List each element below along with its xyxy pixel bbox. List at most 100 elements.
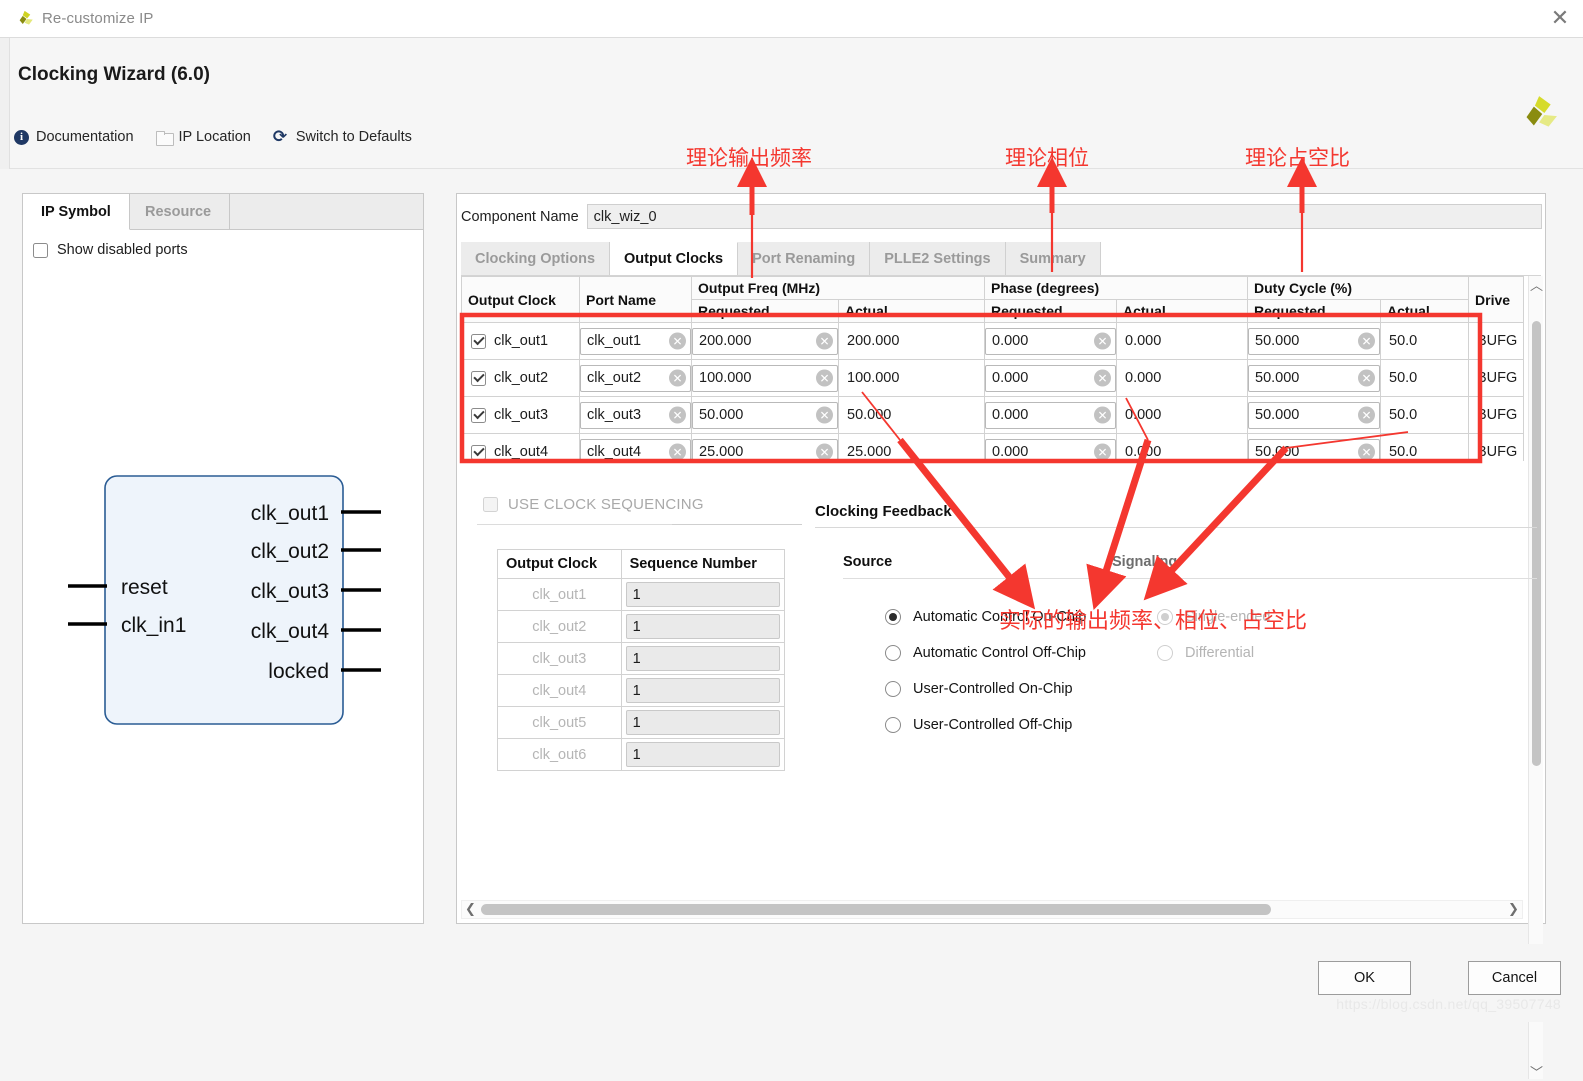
drive-value[interactable]: BUFG: [1468, 322, 1525, 360]
tab-output-clocks[interactable]: Output Clocks: [610, 242, 739, 275]
radio-user-controlled-off-chip[interactable]: User-Controlled Off-Chip: [885, 707, 1086, 743]
row-enable-clk-out2[interactable]: clk_out2: [462, 370, 579, 386]
settings-panel: Component Name clk_wiz_0 Clocking Option…: [456, 193, 1546, 1081]
scroll-right-icon[interactable]: ❯: [1505, 901, 1522, 918]
list-item: clk_out6 1: [497, 738, 786, 771]
use-clock-sequencing-row[interactable]: USE CLOCK SEQUENCING: [483, 496, 704, 513]
scroll-left-icon[interactable]: ❮: [462, 901, 479, 918]
clear-icon[interactable]: ✕: [669, 332, 686, 350]
clear-icon[interactable]: ✕: [1358, 369, 1376, 387]
sub-duty-requested: Requested: [1247, 299, 1382, 323]
documentation-link[interactable]: i Documentation: [14, 129, 134, 145]
clear-icon[interactable]: ✕: [1094, 406, 1111, 424]
tab-plle2-settings[interactable]: PLLE2 Settings: [870, 242, 1006, 275]
clear-icon[interactable]: ✕: [1094, 332, 1111, 350]
table-row[interactable]: clk_out3 clk_out3 ✕ 50.000 ✕ 50.000 0.000 ✕…: [461, 396, 1525, 434]
duty-requested-input[interactable]: 50.000 ✕: [1248, 364, 1381, 392]
tab-clocking-options[interactable]: Clocking Options: [461, 242, 611, 275]
enable-checkbox[interactable]: [471, 333, 486, 349]
panel-horizontal-scrollbar[interactable]: ❮ ❯: [461, 900, 1523, 919]
port-name-input[interactable]: clk_out2 ✕: [580, 364, 691, 392]
seq-number-input[interactable]: 1: [625, 614, 780, 639]
enable-checkbox[interactable]: [471, 370, 486, 386]
clear-icon[interactable]: ✕: [1094, 369, 1111, 387]
seq-number-input[interactable]: 1: [625, 646, 780, 671]
row-enable-clk-out3[interactable]: clk_out3: [462, 407, 579, 423]
ip-location-link[interactable]: IP Location: [155, 129, 251, 146]
list-item: clk_out5 1: [497, 706, 786, 739]
phase-requested-input[interactable]: 0.000 ✕: [985, 401, 1116, 429]
phase-requested-input[interactable]: 0.000 ✕: [985, 327, 1116, 355]
radio-automatic-control-off-chip[interactable]: Automatic Control Off-Chip: [885, 635, 1086, 671]
enable-checkbox[interactable]: [471, 444, 486, 460]
switch-to-defaults-link[interactable]: ⟳ Switch to Defaults: [273, 129, 412, 146]
radio-icon[interactable]: [885, 681, 901, 697]
radio-automatic-control-on-chip[interactable]: Automatic Control On-Chip: [885, 599, 1086, 635]
use-clock-sequencing-checkbox[interactable]: [483, 497, 498, 512]
table-row[interactable]: clk_out2 clk_out2 ✕ 100.000 ✕ 100.000 0.00…: [461, 359, 1525, 397]
horizontal-scroll-thumb[interactable]: [481, 904, 1271, 915]
scroll-up-icon[interactable]: ︿: [1529, 276, 1544, 294]
seq-number-input[interactable]: 1: [625, 678, 780, 703]
clear-icon[interactable]: ✕: [1358, 406, 1376, 424]
drive-value[interactable]: BUFG: [1468, 359, 1525, 397]
table-row[interactable]: clk_out4 clk_out4 ✕ 25.000 ✕ 25.000 0.000 ✕…: [461, 433, 1525, 461]
radio-icon[interactable]: [885, 609, 901, 625]
seq-clock-name: clk_out6: [497, 738, 622, 771]
enable-checkbox[interactable]: [471, 407, 486, 423]
freq-requested-input[interactable]: 100.000 ✕: [692, 364, 838, 392]
ok-button[interactable]: OK: [1318, 961, 1411, 995]
radio-icon[interactable]: [1157, 609, 1173, 625]
clear-icon[interactable]: ✕: [816, 406, 833, 424]
radio-icon[interactable]: [885, 717, 901, 733]
seq-number-input[interactable]: 1: [625, 742, 780, 767]
close-icon[interactable]: ✕: [1537, 0, 1583, 37]
row-enable-clk-out4[interactable]: clk_out4: [462, 444, 579, 460]
clear-icon[interactable]: ✕: [669, 443, 686, 461]
clear-icon[interactable]: ✕: [816, 332, 833, 350]
tab-port-renaming[interactable]: Port Renaming: [738, 242, 871, 275]
drive-value[interactable]: BUFG: [1468, 396, 1525, 434]
scroll-down-icon[interactable]: ﹀: [1529, 1063, 1544, 1081]
phase-requested-input[interactable]: 0.000 ✕: [985, 364, 1116, 392]
clear-icon[interactable]: ✕: [669, 406, 686, 424]
tab-summary[interactable]: Summary: [1005, 242, 1101, 275]
freq-requested-input[interactable]: 25.000 ✕: [692, 438, 838, 461]
clear-icon[interactable]: ✕: [816, 443, 833, 461]
freq-requested-input[interactable]: 50.000 ✕: [692, 401, 838, 429]
port-name-input[interactable]: clk_out3 ✕: [580, 401, 691, 429]
row-enable-clk-out1[interactable]: clk_out1: [462, 333, 579, 349]
duty-requested-input[interactable]: 50.000 ✕: [1248, 438, 1381, 461]
clear-icon[interactable]: ✕: [1358, 332, 1376, 350]
xilinx-brand-logo-icon: [1526, 96, 1557, 127]
vertical-scroll-thumb[interactable]: [1532, 321, 1541, 766]
clear-icon[interactable]: ✕: [669, 369, 686, 387]
cancel-button[interactable]: Cancel: [1468, 961, 1561, 995]
port-name-input[interactable]: clk_out1 ✕: [580, 327, 691, 355]
clear-icon[interactable]: ✕: [816, 369, 833, 387]
clear-icon[interactable]: ✕: [1358, 443, 1376, 461]
duty-actual-value: 50.0: [1380, 322, 1470, 360]
radio-label: User-Controlled On-Chip: [913, 681, 1073, 697]
drive-value[interactable]: BUFG: [1468, 433, 1525, 461]
duty-requested-input[interactable]: 50.000 ✕: [1248, 327, 1381, 355]
clocking-feedback-title: Clocking Feedback: [815, 503, 952, 520]
svg-text:clk_out1: clk_out1: [251, 502, 329, 525]
radio-user-controlled-on-chip[interactable]: User-Controlled On-Chip: [885, 671, 1086, 707]
freq-requested-input[interactable]: 200.000 ✕: [692, 327, 838, 355]
duty-requested-input[interactable]: 50.000 ✕: [1248, 401, 1381, 429]
phase-requested-input[interactable]: 0.000 ✕: [985, 438, 1116, 461]
table-row[interactable]: clk_out1 clk_out1 ✕ 200.000 ✕ 200.000 0.00…: [461, 322, 1525, 360]
radio-single-ended[interactable]: Single-ended: [1157, 599, 1270, 635]
radio-icon[interactable]: [1157, 645, 1173, 661]
freq-actual-value: 200.000: [838, 322, 985, 360]
radio-differential[interactable]: Differential: [1157, 635, 1270, 671]
duty-actual-value: 50.0: [1380, 359, 1470, 397]
radio-icon[interactable]: [885, 645, 901, 661]
col-drive: Drive: [1468, 276, 1525, 323]
port-name-input[interactable]: clk_out4 ✕: [580, 438, 691, 461]
component-name-input[interactable]: clk_wiz_0: [586, 204, 1542, 229]
clear-icon[interactable]: ✕: [1094, 443, 1111, 461]
seq-number-input[interactable]: 1: [625, 710, 780, 735]
seq-number-input[interactable]: 1: [625, 582, 780, 607]
